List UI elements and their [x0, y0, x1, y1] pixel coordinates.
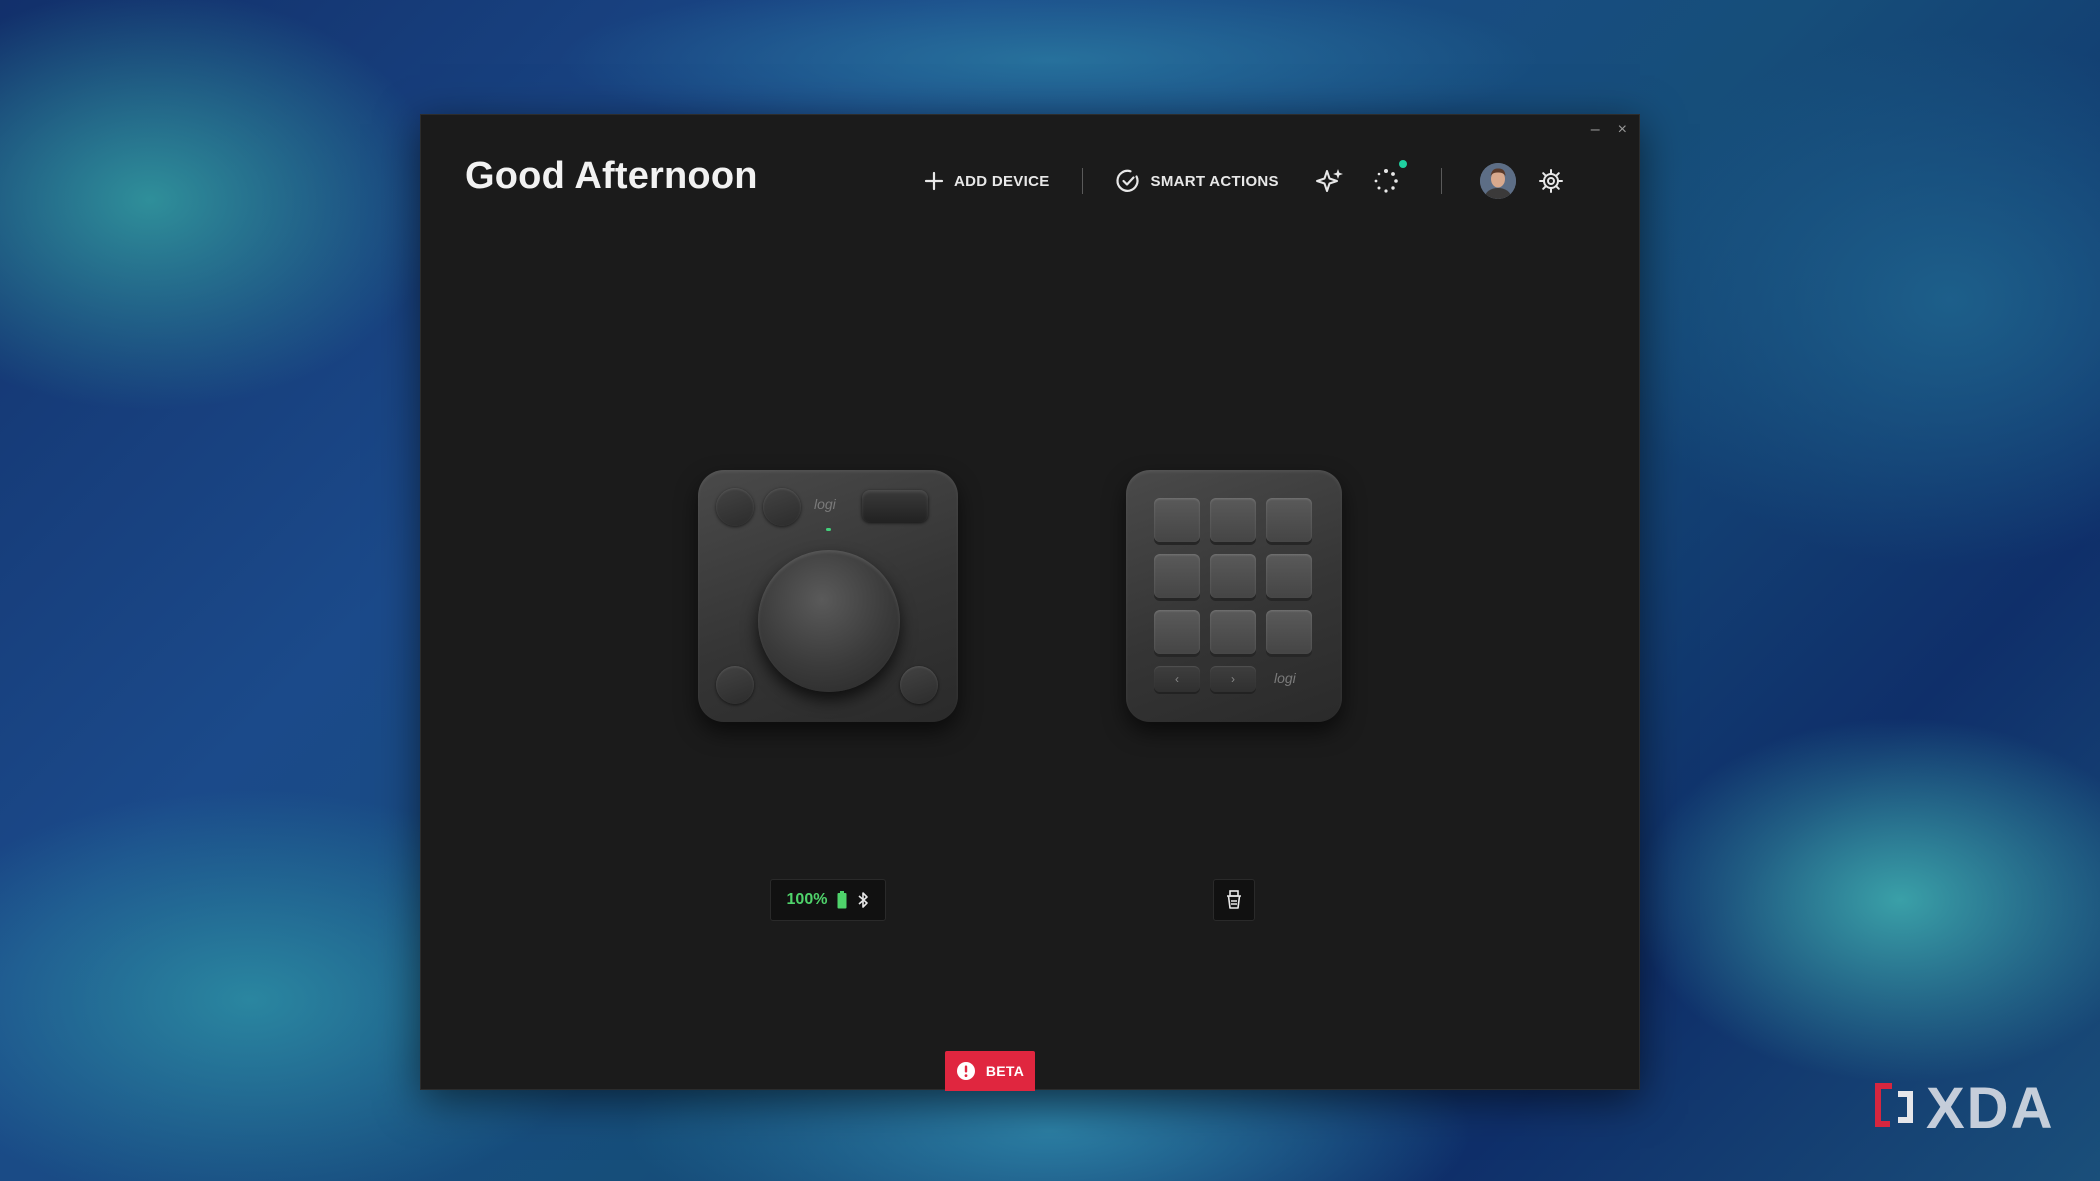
battery-level: 100% [786, 891, 828, 908]
keypad-key [1210, 610, 1256, 654]
window-controls: – × [1591, 121, 1627, 139]
keypad-key [1266, 498, 1312, 542]
dialpad-logo: logi [814, 496, 836, 512]
beta-badge[interactable]: BETA [945, 1051, 1035, 1091]
keypad-key [1154, 498, 1200, 542]
battery-icon [837, 891, 847, 909]
minimize-button[interactable]: – [1591, 121, 1600, 139]
header-toolbar: ADD DEVICE SMART ACTIONS [924, 159, 1564, 203]
close-button[interactable]: × [1618, 121, 1627, 139]
plus-icon [924, 171, 944, 191]
xda-logo-icon [1870, 1080, 1920, 1136]
loading-spinner-icon[interactable] [1371, 160, 1407, 196]
dialpad-status-badge: 100% [770, 879, 886, 921]
app-window: – × Good Afternoon ADD DEVICE SMART ACTI… [420, 114, 1640, 1091]
dialpad-device-image[interactable]: logi [698, 470, 958, 722]
xda-watermark: XDA [1870, 1076, 2054, 1141]
smart-actions-check-icon [1115, 168, 1141, 194]
toolbar-divider [1081, 168, 1083, 194]
keypad-key [1154, 610, 1200, 654]
keypad-status-badge [1213, 879, 1255, 921]
keypad-next-key: › [1210, 666, 1256, 692]
dialpad-bottom-right-button [900, 666, 938, 704]
keypad-key [1154, 554, 1200, 598]
dialpad-top-button [862, 490, 928, 522]
sparkle-icon[interactable] [1315, 166, 1345, 196]
dialpad-undo-button [716, 488, 754, 526]
add-device-button[interactable]: ADD DEVICE [924, 171, 1050, 191]
watermark-text: XDA [1926, 1075, 2055, 1141]
smart-actions-button[interactable]: SMART ACTIONS [1115, 168, 1279, 194]
toolbar-divider [1440, 168, 1442, 194]
keypad-prev-key: ‹ [1154, 666, 1200, 692]
keypad-key [1266, 610, 1312, 654]
keypad-key [1210, 554, 1256, 598]
keypad-logo: logi [1274, 670, 1296, 686]
notification-dot [1398, 160, 1407, 168]
alert-icon [956, 1061, 976, 1081]
avatar[interactable] [1479, 163, 1516, 199]
keypad-key [1210, 498, 1256, 542]
dialpad-led [826, 528, 831, 531]
gear-icon[interactable] [1538, 168, 1564, 194]
usb-receiver-icon [1225, 890, 1243, 910]
dialpad-redo-button [763, 488, 801, 526]
bluetooth-icon [857, 891, 869, 909]
add-device-label: ADD DEVICE [954, 172, 1050, 190]
keypad-key [1266, 554, 1312, 598]
dialpad-knob [758, 550, 900, 692]
beta-label: BETA [985, 1063, 1025, 1079]
keypad-device-image[interactable]: ‹ › logi [1126, 470, 1342, 722]
dialpad-bottom-left-button [716, 666, 754, 704]
smart-actions-label: SMART ACTIONS [1150, 172, 1279, 190]
page-title: Good Afternoon [465, 155, 758, 197]
